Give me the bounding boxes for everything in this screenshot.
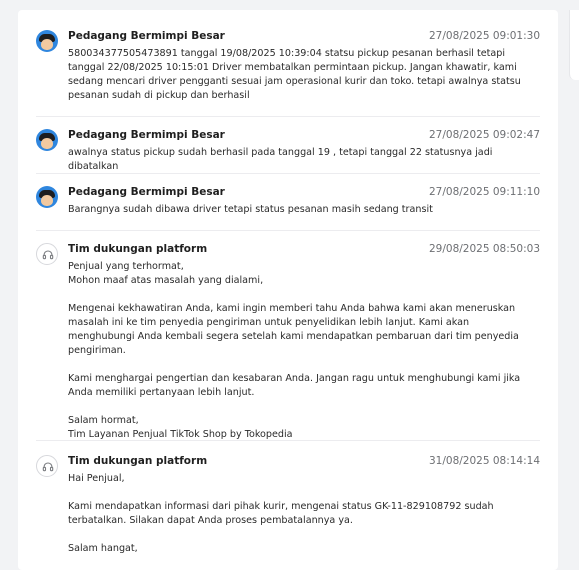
message-item: Tim dukungan platform 31/08/2025 08:14:1… (36, 440, 540, 570)
message-item: Pedagang Bermimpi Besar 27/08/2025 09:01… (36, 28, 540, 116)
side-panel-edge (569, 10, 579, 80)
user-avatar (36, 30, 58, 52)
message-timestamp: 29/08/2025 08:50:03 (428, 243, 540, 255)
conversation-history: Pedagang Bermimpi Besar 27/08/2025 09:01… (18, 10, 558, 570)
message-timestamp: 31/08/2025 08:14:14 (428, 455, 540, 467)
message-item: Tim dukungan platform 29/08/2025 08:50:0… (36, 230, 540, 441)
headset-icon (36, 455, 58, 477)
message-text: Hai Penjual, Kami mendapatkan informasi … (68, 473, 494, 554)
sender-name: Pedagang Bermimpi Besar (68, 30, 225, 42)
sender-name: Tim dukungan platform (68, 455, 208, 467)
message-item: Pedagang Bermimpi Besar 27/08/2025 09:02… (36, 116, 540, 173)
message-text: Barangnya sudah dibawa driver tetapi sta… (68, 204, 433, 215)
sender-name: Pedagang Bermimpi Besar (68, 129, 225, 141)
message-text: awalnya status pickup sudah berhasil pad… (68, 147, 496, 172)
message-text: Penjual yang terhormat, Mohon maaf atas … (68, 261, 521, 440)
message-timestamp: 27/08/2025 09:02:47 (428, 129, 540, 141)
sender-name: Pedagang Bermimpi Besar (68, 186, 225, 198)
headset-icon (36, 243, 58, 265)
message-timestamp: 27/08/2025 09:01:30 (428, 30, 540, 42)
message-item: Pedagang Bermimpi Besar 27/08/2025 09:11… (36, 173, 540, 231)
user-avatar (36, 186, 58, 208)
sender-name: Tim dukungan platform (68, 243, 208, 255)
message-text: 580034377505473891 tanggal 19/08/2025 10… (68, 48, 524, 101)
user-avatar (36, 129, 58, 151)
message-timestamp: 27/08/2025 09:11:10 (428, 186, 540, 198)
